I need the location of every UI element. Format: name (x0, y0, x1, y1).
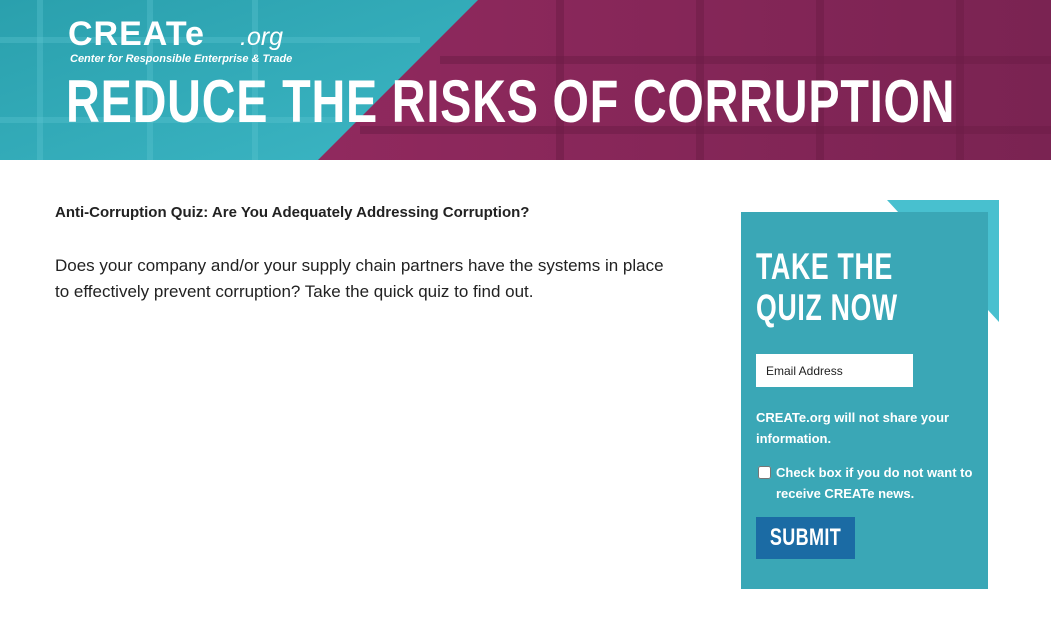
panel-title: TAKE THE QUIZ NOW (756, 246, 898, 328)
submit-button-label: SUBMIT (769, 524, 842, 551)
logo-domain-suffix[interactable]: .org (240, 22, 283, 52)
news-optout-checkbox[interactable] (758, 466, 771, 479)
email-field[interactable] (756, 354, 913, 387)
logo-tagline: Center for Responsible Enterprise & Trad… (70, 53, 293, 65)
header-banner: CREATe .org Center for Responsible Enter… (0, 0, 1051, 160)
submit-button[interactable]: SUBMIT (756, 517, 855, 559)
page-title: REDUCE THE RISKS OF CORRUPTION (66, 68, 956, 135)
privacy-note: CREATe.org will not share your informati… (756, 410, 950, 446)
quiz-intro-text: Does your company and/or your supply cha… (55, 256, 664, 301)
logo-wordmark[interactable]: CREATe (68, 14, 205, 54)
quiz-signup-panel: TAKE THE QUIZ NOW CREATe.org will not sh… (741, 212, 988, 589)
news-optout-label[interactable]: Check box if you do not want to receive … (776, 462, 976, 504)
quiz-heading: Anti-Corruption Quiz: Are You Adequately… (55, 204, 530, 221)
